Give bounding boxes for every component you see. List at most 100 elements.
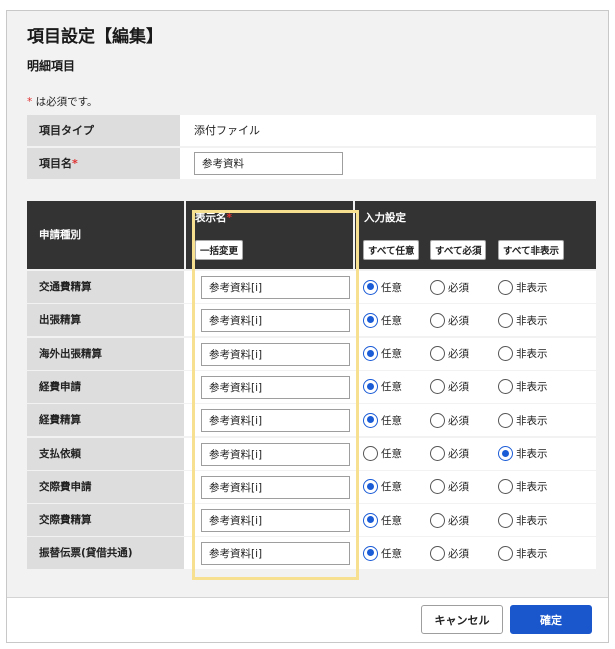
- radio-unselected-icon[interactable]: [430, 312, 445, 328]
- display-name-input[interactable]: [201, 509, 350, 533]
- radio-label: 任意: [381, 448, 402, 460]
- radio-label: 任意: [381, 281, 402, 294]
- radio-hidden[interactable]: 非表示: [498, 311, 548, 329]
- radio-selected-icon[interactable]: [363, 312, 378, 328]
- radio-label: 任意: [381, 381, 402, 394]
- table-row: 経費申請 任意 必須 非表示: [27, 370, 596, 403]
- radio-optional[interactable]: 任意: [363, 278, 402, 296]
- row-category: 経費精算: [27, 404, 184, 437]
- radio-required[interactable]: 必須: [430, 511, 469, 529]
- radio-unselected-icon[interactable]: [498, 279, 513, 295]
- radio-selected-icon[interactable]: [363, 279, 378, 295]
- radio-label: 任意: [381, 414, 402, 427]
- radio-unselected-icon[interactable]: [498, 346, 513, 362]
- header-display-name-text: 表示名: [195, 212, 227, 224]
- radio-selected-icon[interactable]: [363, 346, 378, 362]
- radio-label: 非表示: [516, 448, 548, 460]
- radio-unselected-icon[interactable]: [498, 512, 513, 528]
- cancel-button[interactable]: キャンセル: [421, 605, 503, 634]
- radio-unselected-icon[interactable]: [430, 479, 445, 495]
- radio-label: 任意: [381, 481, 402, 494]
- radio-label: 必須: [448, 481, 469, 494]
- radio-unselected-icon[interactable]: [498, 312, 513, 328]
- radio-optional[interactable]: 任意: [363, 378, 402, 396]
- section-title: 明細項目: [27, 59, 76, 73]
- radio-unselected-icon[interactable]: [430, 412, 445, 428]
- radio-label: 必須: [448, 448, 469, 460]
- radio-label: 任意: [381, 314, 402, 327]
- radio-required[interactable]: 必須: [430, 478, 469, 496]
- radio-required[interactable]: 必須: [430, 378, 469, 396]
- row-category: 交通費精算: [27, 271, 184, 303]
- radio-unselected-icon[interactable]: [430, 512, 445, 528]
- header-display-required-mark: *: [226, 212, 233, 224]
- radio-required[interactable]: 必須: [430, 345, 469, 363]
- bulk-change-button[interactable]: 一括変更: [195, 240, 244, 260]
- radio-optional[interactable]: 任意: [363, 544, 402, 562]
- radio-unselected-icon[interactable]: [363, 446, 378, 461]
- radio-unselected-icon[interactable]: [430, 346, 445, 362]
- all-optional-button[interactable]: すべて任意: [363, 240, 420, 260]
- radio-unselected-icon[interactable]: [498, 412, 513, 428]
- display-name-input[interactable]: [201, 342, 350, 366]
- radio-hidden[interactable]: 非表示: [498, 345, 548, 363]
- radio-optional[interactable]: 任意: [363, 411, 402, 429]
- header-category: 申請種別: [39, 229, 81, 241]
- radio-selected-icon[interactable]: [363, 545, 378, 561]
- radio-label: 必須: [448, 314, 469, 327]
- display-name-input[interactable]: [201, 375, 350, 399]
- radio-selected-icon[interactable]: [498, 446, 513, 461]
- radio-selected-icon[interactable]: [363, 412, 378, 428]
- radio-unselected-icon[interactable]: [498, 479, 513, 495]
- radio-required[interactable]: 必須: [430, 445, 469, 463]
- display-name-input[interactable]: [201, 475, 350, 499]
- radio-selected-icon[interactable]: [363, 512, 378, 528]
- display-name-input[interactable]: [201, 309, 350, 333]
- item-type-row: 項目タイプ 添付ファイル: [27, 115, 596, 146]
- all-required-button[interactable]: すべて必須: [430, 240, 487, 260]
- required-note: * は必須です。: [27, 94, 98, 109]
- table-row: 振替伝票(貸借共通) 任意 必須 非表示: [27, 537, 596, 570]
- display-name-input[interactable]: [201, 542, 350, 566]
- radio-optional[interactable]: 任意: [363, 345, 402, 363]
- table-row: 交際費申請 任意 必須 非表示: [27, 470, 596, 503]
- display-name-input[interactable]: [201, 276, 350, 299]
- display-name-input[interactable]: [201, 442, 350, 466]
- page-title: 項目設定【編集】: [27, 27, 163, 47]
- radio-hidden[interactable]: 非表示: [498, 511, 548, 529]
- radio-optional[interactable]: 任意: [363, 445, 402, 463]
- radio-unselected-icon[interactable]: [430, 446, 445, 461]
- radio-hidden[interactable]: 非表示: [498, 544, 548, 562]
- radio-hidden[interactable]: 非表示: [498, 478, 548, 496]
- table-row: 支払依頼 任意 必須 非表示: [27, 437, 596, 470]
- radio-label: 必須: [448, 414, 469, 427]
- all-hidden-button[interactable]: すべて非表示: [498, 240, 564, 260]
- radio-unselected-icon[interactable]: [430, 545, 445, 561]
- row-category: 交際費精算: [27, 504, 184, 537]
- radio-hidden[interactable]: 非表示: [498, 411, 548, 429]
- radio-required[interactable]: 必須: [430, 278, 469, 296]
- display-name-input[interactable]: [201, 409, 350, 433]
- radio-hidden[interactable]: 非表示: [498, 445, 548, 463]
- radio-optional[interactable]: 任意: [363, 311, 402, 329]
- row-category: 振替伝票(貸借共通): [27, 537, 184, 570]
- radio-selected-icon[interactable]: [363, 379, 378, 395]
- radio-required[interactable]: 必須: [430, 311, 469, 329]
- radio-label: 必須: [448, 547, 469, 560]
- radio-hidden[interactable]: 非表示: [498, 278, 548, 296]
- radio-unselected-icon[interactable]: [498, 379, 513, 395]
- radio-optional[interactable]: 任意: [363, 511, 402, 529]
- radio-unselected-icon[interactable]: [430, 379, 445, 395]
- radio-optional[interactable]: 任意: [363, 478, 402, 496]
- confirm-button[interactable]: 確定: [510, 605, 592, 634]
- header-input-cell: 入力設定 すべて任意 すべて必須 すべて非表示: [355, 201, 596, 269]
- radio-required[interactable]: 必須: [430, 411, 469, 429]
- radio-required[interactable]: 必須: [430, 544, 469, 562]
- radio-hidden[interactable]: 非表示: [498, 378, 548, 396]
- item-name-input[interactable]: [194, 152, 343, 175]
- radio-selected-icon[interactable]: [363, 479, 378, 495]
- radio-label: 非表示: [516, 314, 548, 327]
- item-name-required-mark: *: [72, 157, 78, 170]
- radio-unselected-icon[interactable]: [430, 279, 445, 295]
- radio-unselected-icon[interactable]: [498, 545, 513, 561]
